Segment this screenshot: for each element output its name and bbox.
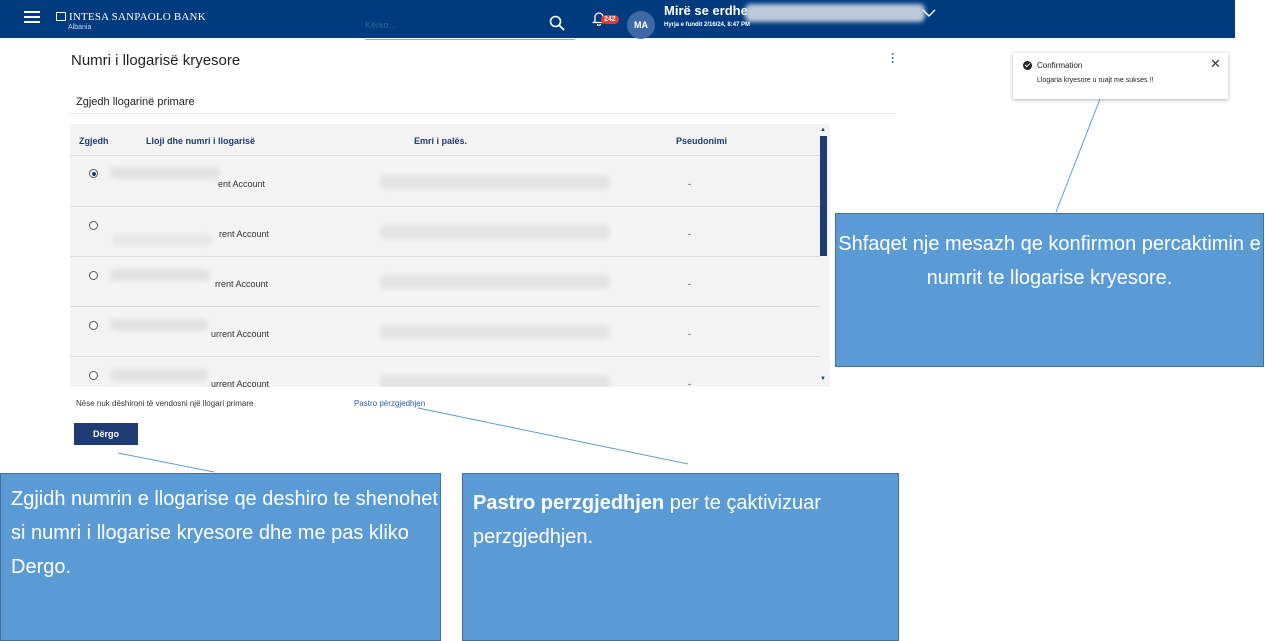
- table-row[interactable]: rent Account -: [70, 207, 820, 257]
- redacted-account-number: [110, 269, 210, 281]
- table-row[interactable]: urrent Account -: [70, 307, 820, 357]
- scroll-down-icon[interactable]: ▼: [820, 376, 826, 382]
- alias-value: -: [688, 279, 691, 289]
- search-input[interactable]: Kërko...: [365, 14, 575, 40]
- alias-value: -: [688, 379, 691, 387]
- callout-line-toast: [1055, 98, 1101, 213]
- toast-title: Confirmation: [1037, 61, 1083, 70]
- send-button[interactable]: Dërgo: [74, 423, 138, 445]
- account-type: urrent Account: [211, 379, 270, 387]
- redacted-payee-name: [380, 375, 610, 387]
- close-icon[interactable]: ✕: [1210, 56, 1221, 72]
- alias-value: -: [688, 179, 691, 189]
- callout-line-clear: [417, 407, 689, 465]
- radio-button[interactable]: [89, 321, 98, 330]
- callout-confirmation: Shfaqet nje mesazh qe konfirmon percakti…: [835, 213, 1264, 367]
- column-header-alias: Pseudonimi: [676, 136, 728, 146]
- radio-button[interactable]: [89, 169, 98, 178]
- redacted-payee-name: [380, 325, 610, 339]
- redacted-payee-name: [380, 225, 610, 239]
- redacted-account-number: [110, 319, 208, 331]
- radio-button[interactable]: [89, 371, 98, 380]
- scrollbar-thumb[interactable]: [820, 136, 827, 256]
- check-circle-icon: [1023, 61, 1032, 70]
- column-header-select: Zgjedh: [79, 136, 109, 146]
- callout-select-account: Zgjidh numrin e llogarise qe deshiro te …: [0, 473, 441, 641]
- accounts-table: Zgjedh Lloji dhe numri i llogarisë Emri …: [70, 124, 830, 387]
- section-title: Zgjedh llogarinë primare: [76, 96, 195, 108]
- redacted-payee-name: [380, 275, 610, 289]
- confirmation-toast: Confirmation Llogaria kryesore u ruajt m…: [1013, 53, 1228, 99]
- redacted-account-number: [110, 167, 220, 179]
- radio-button[interactable]: [89, 221, 98, 230]
- last-login: Hyrja e fundit 2/16/24, 8:47 PM: [664, 22, 751, 28]
- welcome-text: Mirë se erdhe: [664, 3, 748, 18]
- account-type: rrent Account: [215, 279, 269, 289]
- bank-country: Albania: [68, 24, 92, 31]
- callout-clear-selection: Pastro perzgjedhjen per te çaktivizuar p…: [462, 473, 899, 641]
- table-row[interactable]: urrent Account -: [70, 357, 820, 387]
- account-type: ent Account: [218, 179, 266, 189]
- search-icon[interactable]: [549, 15, 565, 31]
- alias-value: -: [688, 329, 691, 339]
- redacted-account-number: [112, 235, 212, 245]
- bank-logo[interactable]: INTESA SANPAOLO BANK: [56, 11, 206, 23]
- redacted-payee-name: [380, 175, 610, 189]
- redacted-account-number: [110, 369, 208, 381]
- avatar[interactable]: MA: [627, 11, 655, 39]
- search-placeholder: Kërko...: [365, 20, 397, 30]
- column-header-account: Lloji dhe numri i llogarisë: [146, 136, 256, 146]
- bank-name: INTESA SANPAOLO BANK: [69, 11, 206, 23]
- more-options-icon[interactable]: · · ·: [891, 48, 895, 68]
- notification-badge: 242: [601, 15, 619, 24]
- menu-icon[interactable]: [24, 11, 40, 24]
- column-header-payee: Emri i palës.: [414, 136, 468, 146]
- chevron-down-icon[interactable]: [922, 9, 936, 18]
- account-type: rent Account: [219, 229, 270, 239]
- account-type: urrent Account: [211, 329, 270, 339]
- scroll-up-icon[interactable]: ▲: [820, 127, 826, 133]
- divider: [70, 113, 896, 114]
- callout-clear-bold: Pastro perzgjedhjen: [473, 492, 665, 514]
- top-bar: INTESA SANPAOLO BANK Albania Kërko... 24…: [0, 0, 1235, 40]
- no-primary-note: Nëse nuk dëshironi të vendosni një lloga…: [76, 399, 254, 408]
- clear-selection-link[interactable]: Pastro përzgjedhjen: [354, 399, 425, 408]
- radio-button[interactable]: [89, 271, 98, 280]
- table-row[interactable]: rrent Account -: [70, 257, 820, 307]
- table-row[interactable]: ent Account -: [70, 157, 820, 207]
- redacted-user-name: [745, 4, 925, 22]
- toast-message: Llogaria kryesore u ruajt me sukses !!: [1037, 77, 1154, 84]
- callout-line-send: [117, 452, 215, 473]
- alias-value: -: [688, 229, 691, 239]
- page-title: Numri i llogarisë kryesore: [71, 52, 241, 69]
- table-header: Zgjedh Lloji dhe numri i llogarisë Emri …: [70, 124, 820, 156]
